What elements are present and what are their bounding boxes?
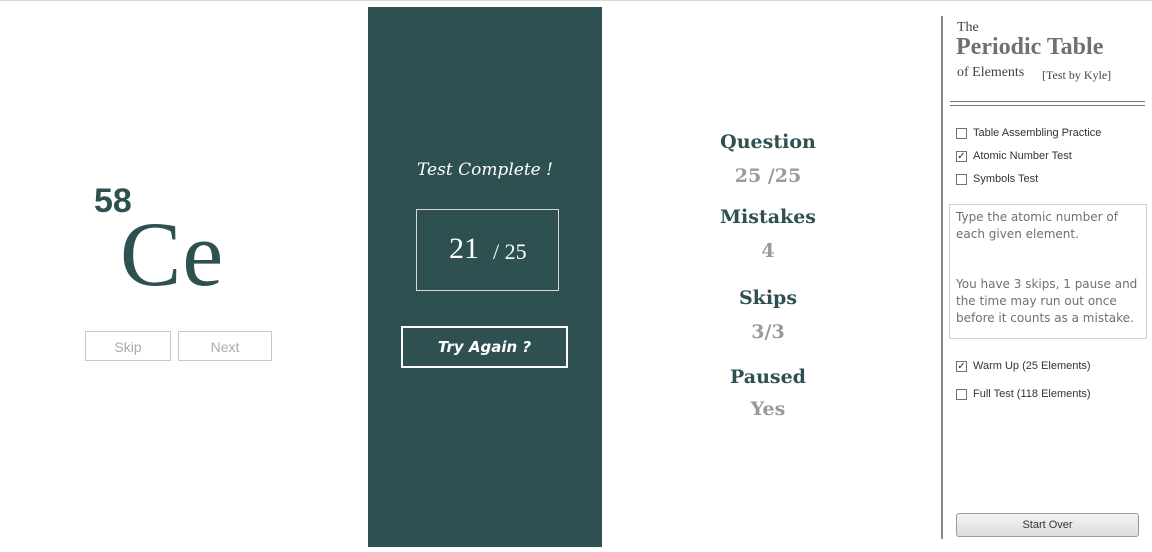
question-value: 25 /25 bbox=[734, 165, 802, 187]
description-rules: You have 3 skips, 1 pause and the time m… bbox=[956, 277, 1138, 325]
mode-option-label: Symbols Test bbox=[973, 173, 1039, 185]
mode-option-table-assembling[interactable]: Table Assembling Practice bbox=[956, 127, 1101, 139]
divider-line bbox=[950, 105, 1145, 106]
score-total: / 25 bbox=[493, 239, 527, 264]
sidebar-divider bbox=[941, 16, 943, 539]
top-border bbox=[0, 0, 1152, 1]
checkbox-atomic-number[interactable]: ✓ bbox=[956, 150, 967, 162]
skips-value: 3/3 bbox=[751, 321, 785, 343]
score-value: 21 bbox=[449, 232, 479, 265]
mode-option-atomic-number[interactable]: ✓ Atomic Number Test bbox=[956, 150, 1072, 162]
checkbox-symbols[interactable] bbox=[956, 173, 967, 185]
test-complete-heading: Test Complete ! bbox=[417, 160, 553, 180]
length-option-full-test[interactable]: Full Test (118 Elements) bbox=[956, 388, 1091, 400]
length-option-label: Full Test (118 Elements) bbox=[973, 388, 1091, 400]
checkbox-warm-up[interactable]: ✓ bbox=[956, 360, 967, 372]
app-title: Periodic Table bbox=[956, 34, 1104, 60]
skip-button[interactable]: Skip bbox=[85, 331, 171, 361]
app-author: [Test by Kyle] bbox=[1042, 68, 1112, 82]
checkbox-full-test[interactable] bbox=[956, 388, 967, 400]
divider-line bbox=[950, 101, 1145, 102]
length-option-warm-up[interactable]: ✓ Warm Up (25 Elements) bbox=[956, 360, 1091, 372]
app-subtitle: of Elements bbox=[957, 65, 1025, 80]
score-box: 21 / 25 bbox=[416, 209, 559, 291]
mode-option-label: Table Assembling Practice bbox=[973, 127, 1102, 139]
paused-value: Yes bbox=[750, 398, 786, 420]
description-text: Type the atomic number of each given ele… bbox=[956, 210, 1118, 241]
question-label: Question bbox=[720, 131, 816, 153]
try-again-button[interactable]: Try Again ? bbox=[401, 326, 568, 368]
mistakes-label: Mistakes bbox=[720, 206, 816, 228]
start-over-button[interactable]: Start Over bbox=[956, 513, 1139, 537]
mode-option-label: Atomic Number Test bbox=[973, 150, 1072, 162]
mode-description: Type the atomic number of each given ele… bbox=[949, 204, 1147, 339]
result-panel: Test Complete ! 21 / 25 Try Again ? bbox=[368, 7, 602, 547]
next-button[interactable]: Next bbox=[178, 331, 272, 361]
skips-label: Skips bbox=[738, 287, 798, 309]
mistakes-value: 4 bbox=[761, 240, 775, 262]
mode-option-symbols[interactable]: Symbols Test bbox=[956, 173, 1038, 185]
element-symbol: Ce bbox=[120, 203, 225, 305]
checkbox-table-assembling[interactable] bbox=[956, 127, 967, 139]
paused-label: Paused bbox=[730, 366, 806, 388]
length-option-label: Warm Up (25 Elements) bbox=[973, 360, 1091, 372]
